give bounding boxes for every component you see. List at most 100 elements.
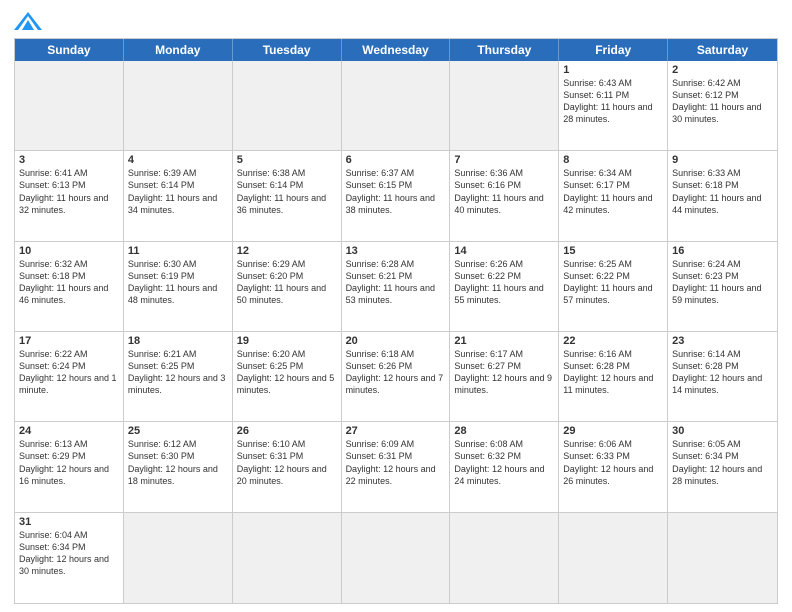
day-headers: SundayMondayTuesdayWednesdayThursdayFrid… xyxy=(15,39,777,61)
day-info: Sunrise: 6:38 AM Sunset: 6:14 PM Dayligh… xyxy=(237,167,337,216)
day-cell-empty xyxy=(559,513,668,603)
day-info: Sunrise: 6:14 AM Sunset: 6:28 PM Dayligh… xyxy=(672,348,773,397)
day-cell-20: 20Sunrise: 6:18 AM Sunset: 6:26 PM Dayli… xyxy=(342,332,451,421)
day-info: Sunrise: 6:17 AM Sunset: 6:27 PM Dayligh… xyxy=(454,348,554,397)
day-number: 22 xyxy=(563,335,663,347)
day-info: Sunrise: 6:18 AM Sunset: 6:26 PM Dayligh… xyxy=(346,348,446,397)
day-number: 30 xyxy=(672,425,773,437)
header xyxy=(14,10,778,32)
day-number: 14 xyxy=(454,245,554,257)
day-number: 20 xyxy=(346,335,446,347)
day-number: 10 xyxy=(19,245,119,257)
day-number: 2 xyxy=(672,64,773,76)
day-info: Sunrise: 6:37 AM Sunset: 6:15 PM Dayligh… xyxy=(346,167,446,216)
day-number: 24 xyxy=(19,425,119,437)
day-cell-21: 21Sunrise: 6:17 AM Sunset: 6:27 PM Dayli… xyxy=(450,332,559,421)
day-header-sunday: Sunday xyxy=(15,39,124,61)
day-number: 8 xyxy=(563,154,663,166)
day-cell-3: 3Sunrise: 6:41 AM Sunset: 6:13 PM Daylig… xyxy=(15,151,124,240)
day-cell-empty xyxy=(668,513,777,603)
day-info: Sunrise: 6:20 AM Sunset: 6:25 PM Dayligh… xyxy=(237,348,337,397)
day-info: Sunrise: 6:43 AM Sunset: 6:11 PM Dayligh… xyxy=(563,77,663,126)
day-number: 17 xyxy=(19,335,119,347)
day-info: Sunrise: 6:10 AM Sunset: 6:31 PM Dayligh… xyxy=(237,438,337,487)
day-cell-empty xyxy=(342,61,451,150)
day-number: 5 xyxy=(237,154,337,166)
day-number: 31 xyxy=(19,516,119,528)
day-info: Sunrise: 6:30 AM Sunset: 6:19 PM Dayligh… xyxy=(128,258,228,307)
day-cell-16: 16Sunrise: 6:24 AM Sunset: 6:23 PM Dayli… xyxy=(668,242,777,331)
day-number: 26 xyxy=(237,425,337,437)
logo-icon xyxy=(14,10,42,32)
day-cell-12: 12Sunrise: 6:29 AM Sunset: 6:20 PM Dayli… xyxy=(233,242,342,331)
day-number: 12 xyxy=(237,245,337,257)
day-cell-6: 6Sunrise: 6:37 AM Sunset: 6:15 PM Daylig… xyxy=(342,151,451,240)
week-row-5: 31Sunrise: 6:04 AM Sunset: 6:34 PM Dayli… xyxy=(15,513,777,603)
day-info: Sunrise: 6:09 AM Sunset: 6:31 PM Dayligh… xyxy=(346,438,446,487)
day-cell-13: 13Sunrise: 6:28 AM Sunset: 6:21 PM Dayli… xyxy=(342,242,451,331)
day-info: Sunrise: 6:36 AM Sunset: 6:16 PM Dayligh… xyxy=(454,167,554,216)
day-header-wednesday: Wednesday xyxy=(342,39,451,61)
week-row-0: 1Sunrise: 6:43 AM Sunset: 6:11 PM Daylig… xyxy=(15,61,777,151)
week-row-3: 17Sunrise: 6:22 AM Sunset: 6:24 PM Dayli… xyxy=(15,332,777,422)
day-cell-25: 25Sunrise: 6:12 AM Sunset: 6:30 PM Dayli… xyxy=(124,422,233,511)
day-number: 4 xyxy=(128,154,228,166)
week-row-2: 10Sunrise: 6:32 AM Sunset: 6:18 PM Dayli… xyxy=(15,242,777,332)
day-number: 21 xyxy=(454,335,554,347)
week-row-4: 24Sunrise: 6:13 AM Sunset: 6:29 PM Dayli… xyxy=(15,422,777,512)
day-cell-29: 29Sunrise: 6:06 AM Sunset: 6:33 PM Dayli… xyxy=(559,422,668,511)
day-number: 3 xyxy=(19,154,119,166)
day-info: Sunrise: 6:42 AM Sunset: 6:12 PM Dayligh… xyxy=(672,77,773,126)
day-header-friday: Friday xyxy=(559,39,668,61)
day-cell-empty xyxy=(233,513,342,603)
day-number: 27 xyxy=(346,425,446,437)
day-info: Sunrise: 6:29 AM Sunset: 6:20 PM Dayligh… xyxy=(237,258,337,307)
day-info: Sunrise: 6:28 AM Sunset: 6:21 PM Dayligh… xyxy=(346,258,446,307)
day-info: Sunrise: 6:22 AM Sunset: 6:24 PM Dayligh… xyxy=(19,348,119,397)
day-cell-26: 26Sunrise: 6:10 AM Sunset: 6:31 PM Dayli… xyxy=(233,422,342,511)
calendar: SundayMondayTuesdayWednesdayThursdayFrid… xyxy=(14,38,778,604)
day-cell-24: 24Sunrise: 6:13 AM Sunset: 6:29 PM Dayli… xyxy=(15,422,124,511)
day-cell-empty xyxy=(450,61,559,150)
day-header-monday: Monday xyxy=(124,39,233,61)
day-cell-17: 17Sunrise: 6:22 AM Sunset: 6:24 PM Dayli… xyxy=(15,332,124,421)
day-cell-19: 19Sunrise: 6:20 AM Sunset: 6:25 PM Dayli… xyxy=(233,332,342,421)
day-info: Sunrise: 6:08 AM Sunset: 6:32 PM Dayligh… xyxy=(454,438,554,487)
day-number: 18 xyxy=(128,335,228,347)
day-cell-empty xyxy=(342,513,451,603)
day-number: 7 xyxy=(454,154,554,166)
day-info: Sunrise: 6:34 AM Sunset: 6:17 PM Dayligh… xyxy=(563,167,663,216)
day-number: 1 xyxy=(563,64,663,76)
day-info: Sunrise: 6:33 AM Sunset: 6:18 PM Dayligh… xyxy=(672,167,773,216)
day-number: 9 xyxy=(672,154,773,166)
day-cell-10: 10Sunrise: 6:32 AM Sunset: 6:18 PM Dayli… xyxy=(15,242,124,331)
day-cell-18: 18Sunrise: 6:21 AM Sunset: 6:25 PM Dayli… xyxy=(124,332,233,421)
day-cell-23: 23Sunrise: 6:14 AM Sunset: 6:28 PM Dayli… xyxy=(668,332,777,421)
day-cell-empty xyxy=(124,513,233,603)
day-info: Sunrise: 6:26 AM Sunset: 6:22 PM Dayligh… xyxy=(454,258,554,307)
day-cell-5: 5Sunrise: 6:38 AM Sunset: 6:14 PM Daylig… xyxy=(233,151,342,240)
day-cell-7: 7Sunrise: 6:36 AM Sunset: 6:16 PM Daylig… xyxy=(450,151,559,240)
day-header-saturday: Saturday xyxy=(668,39,777,61)
day-info: Sunrise: 6:04 AM Sunset: 6:34 PM Dayligh… xyxy=(19,529,119,578)
day-info: Sunrise: 6:13 AM Sunset: 6:29 PM Dayligh… xyxy=(19,438,119,487)
day-number: 23 xyxy=(672,335,773,347)
day-number: 15 xyxy=(563,245,663,257)
day-cell-31: 31Sunrise: 6:04 AM Sunset: 6:34 PM Dayli… xyxy=(15,513,124,603)
calendar-grid: 1Sunrise: 6:43 AM Sunset: 6:11 PM Daylig… xyxy=(15,61,777,603)
day-cell-14: 14Sunrise: 6:26 AM Sunset: 6:22 PM Dayli… xyxy=(450,242,559,331)
day-info: Sunrise: 6:32 AM Sunset: 6:18 PM Dayligh… xyxy=(19,258,119,307)
day-info: Sunrise: 6:06 AM Sunset: 6:33 PM Dayligh… xyxy=(563,438,663,487)
day-number: 16 xyxy=(672,245,773,257)
day-info: Sunrise: 6:39 AM Sunset: 6:14 PM Dayligh… xyxy=(128,167,228,216)
day-info: Sunrise: 6:25 AM Sunset: 6:22 PM Dayligh… xyxy=(563,258,663,307)
week-row-1: 3Sunrise: 6:41 AM Sunset: 6:13 PM Daylig… xyxy=(15,151,777,241)
day-info: Sunrise: 6:05 AM Sunset: 6:34 PM Dayligh… xyxy=(672,438,773,487)
day-cell-empty xyxy=(233,61,342,150)
day-number: 25 xyxy=(128,425,228,437)
logo xyxy=(14,10,46,32)
day-cell-2: 2Sunrise: 6:42 AM Sunset: 6:12 PM Daylig… xyxy=(668,61,777,150)
day-cell-28: 28Sunrise: 6:08 AM Sunset: 6:32 PM Dayli… xyxy=(450,422,559,511)
day-cell-22: 22Sunrise: 6:16 AM Sunset: 6:28 PM Dayli… xyxy=(559,332,668,421)
day-number: 29 xyxy=(563,425,663,437)
